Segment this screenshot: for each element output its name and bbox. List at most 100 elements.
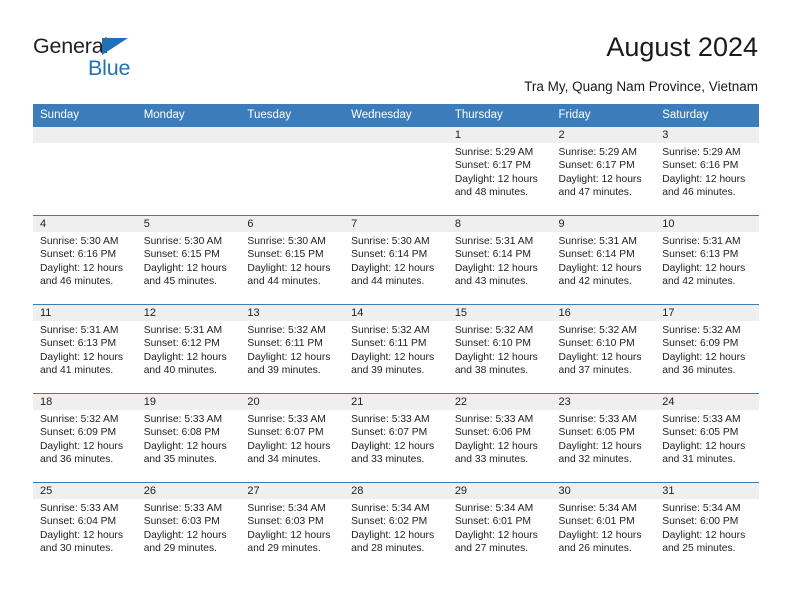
calendar-day-cell[interactable]: 20 Sunrise: 5:33 AM Sunset: 6:07 PM Dayligh… [240,393,345,483]
daylight-line-1: Daylight: 12 hours [454,262,538,274]
day-number: 1 [447,127,552,143]
daylight-line-2: and 44 minutes. [351,276,425,288]
calendar-day-cell[interactable]: 18 Sunrise: 5:32 AM Sunset: 6:09 PM Dayligh… [33,393,137,483]
sunset-time: Sunset: 6:00 PM [662,516,739,528]
page-title: August 2024 [606,32,758,62]
sunset-time: Sunset: 6:08 PM [143,427,220,439]
day-number [33,127,137,143]
daylight-line-2: and 46 minutes. [662,187,736,199]
calendar-day-cell[interactable]: 22 Sunrise: 5:33 AM Sunset: 6:06 PM Dayligh… [447,393,552,483]
day-details: Sunrise: 5:33 AM Sunset: 6:05 PM Daylight:… [655,410,759,467]
sunset-time: Sunset: 6:03 PM [247,516,324,528]
weekday-header-thursday: Thursday [447,104,552,127]
calendar-day-cell[interactable]: 14 Sunrise: 5:32 AM Sunset: 6:11 PM Dayligh… [344,304,448,394]
daylight-line-2: and 37 minutes. [558,365,632,377]
day-number [240,127,345,143]
daylight-line-2: and 47 minutes. [558,187,632,199]
calendar-day-cell[interactable]: 26 Sunrise: 5:33 AM Sunset: 6:03 PM Dayligh… [136,482,241,572]
sunset-time: Sunset: 6:13 PM [662,249,739,261]
daylight-line-1: Daylight: 12 hours [247,262,331,274]
daylight-line-2: and 42 minutes. [558,276,632,288]
calendar-day-cell[interactable]: 6 Sunrise: 5:30 AM Sunset: 6:15 PM Daylight… [240,215,345,305]
calendar-day-cell[interactable]: 1 Sunrise: 5:29 AM Sunset: 6:17 PM Daylight… [447,126,552,216]
sunrise-time: Sunrise: 5:33 AM [351,414,430,425]
sunrise-time: Sunrise: 5:32 AM [247,325,326,336]
day-details: Sunrise: 5:30 AM Sunset: 6:15 PM Daylight:… [137,232,241,289]
calendar-day-cell[interactable]: 28 Sunrise: 5:34 AM Sunset: 6:02 PM Dayligh… [344,482,448,572]
calendar-day-cell[interactable]: 4 Sunrise: 5:30 AM Sunset: 6:16 PM Daylight… [33,215,137,305]
calendar-day-cell[interactable]: 13 Sunrise: 5:32 AM Sunset: 6:11 PM Dayligh… [240,304,345,394]
calendar-day-cell[interactable]: 27 Sunrise: 5:34 AM Sunset: 6:03 PM Dayligh… [240,482,345,572]
daylight-line-2: and 26 minutes. [558,543,632,555]
calendar-day-cell[interactable]: 9 Sunrise: 5:31 AM Sunset: 6:14 PM Daylight… [551,215,656,305]
triangle-icon [102,38,128,55]
calendar-day-cell[interactable]: 3 Sunrise: 5:29 AM Sunset: 6:16 PM Daylight… [655,126,759,216]
calendar-day-cell[interactable]: 10 Sunrise: 5:31 AM Sunset: 6:13 PM Dayligh… [655,215,759,305]
calendar-day-cell[interactable]: 25 Sunrise: 5:33 AM Sunset: 6:04 PM Dayligh… [33,482,137,572]
day-number: 31 [655,483,759,499]
calendar-day-cell[interactable]: 7 Sunrise: 5:30 AM Sunset: 6:14 PM Daylight… [344,215,448,305]
daylight-line-2: and 36 minutes. [662,365,736,377]
weekday-header-friday: Friday [551,104,656,127]
day-details: Sunrise: 5:33 AM Sunset: 6:04 PM Daylight:… [33,499,137,556]
sunset-time: Sunset: 6:05 PM [558,427,635,439]
calendar-day-cell[interactable]: 21 Sunrise: 5:33 AM Sunset: 6:07 PM Dayligh… [344,393,448,483]
daylight-line-2: and 41 minutes. [40,365,114,377]
day-details: Sunrise: 5:29 AM Sunset: 6:17 PM Daylight:… [552,143,656,200]
general-blue-logo[interactable]: General Blue [33,34,163,90]
day-number: 21 [344,394,448,410]
day-number: 19 [136,394,241,410]
day-number: 28 [344,483,448,499]
sunset-time: Sunset: 6:09 PM [662,338,739,350]
calendar-week-row: 11 Sunrise: 5:31 AM Sunset: 6:13 PM Dayligh… [33,304,759,394]
calendar-day-cell[interactable]: 12 Sunrise: 5:31 AM Sunset: 6:12 PM Dayligh… [136,304,241,394]
calendar-day-cell[interactable]: 15 Sunrise: 5:32 AM Sunset: 6:10 PM Dayligh… [447,304,552,394]
calendar-day-cell[interactable]: 5 Sunrise: 5:30 AM Sunset: 6:15 PM Daylight… [136,215,241,305]
calendar-day-cell[interactable]: 8 Sunrise: 5:31 AM Sunset: 6:14 PM Daylight… [447,215,552,305]
daylight-line-2: and 34 minutes. [247,454,321,466]
sunrise-time: Sunrise: 5:34 AM [558,503,637,514]
calendar-day-cell[interactable]: 31 Sunrise: 5:34 AM Sunset: 6:00 PM Dayligh… [655,482,759,572]
sunset-time: Sunset: 6:09 PM [40,427,117,439]
calendar-day-cell[interactable]: 29 Sunrise: 5:34 AM Sunset: 6:01 PM Dayligh… [447,482,552,572]
sunrise-time: Sunrise: 5:33 AM [143,503,223,514]
calendar-day-cell[interactable]: 30 Sunrise: 5:34 AM Sunset: 6:01 PM Dayligh… [551,482,656,572]
day-details: Sunrise: 5:32 AM Sunset: 6:10 PM Daylight:… [552,321,656,378]
day-number: 11 [33,305,137,321]
daylight-line-1: Daylight: 12 hours [247,529,331,541]
sunset-time: Sunset: 6:11 PM [247,338,323,350]
daylight-line-1: Daylight: 12 hours [558,173,642,185]
day-number: 9 [551,216,656,232]
day-details: Sunrise: 5:33 AM Sunset: 6:06 PM Daylight:… [448,410,552,467]
day-number: 4 [33,216,137,232]
calendar-week-row: 25 Sunrise: 5:33 AM Sunset: 6:04 PM Dayligh… [33,482,759,572]
calendar-day-cell[interactable]: 23 Sunrise: 5:33 AM Sunset: 6:05 PM Dayligh… [551,393,656,483]
daylight-line-1: Daylight: 12 hours [662,529,746,541]
day-details: Sunrise: 5:31 AM Sunset: 6:13 PM Daylight:… [33,321,137,378]
weekday-header-wednesday: Wednesday [344,104,448,127]
daylight-line-2: and 38 minutes. [454,365,529,377]
sunset-time: Sunset: 6:10 PM [558,338,635,350]
calendar-day-cell[interactable]: 24 Sunrise: 5:33 AM Sunset: 6:05 PM Dayligh… [655,393,759,483]
sunrise-time: Sunrise: 5:34 AM [351,503,430,514]
calendar-day-cell[interactable]: 16 Sunrise: 5:32 AM Sunset: 6:10 PM Dayligh… [551,304,656,394]
daylight-line-1: Daylight: 12 hours [40,529,123,541]
sunrise-time: Sunrise: 5:34 AM [662,503,741,514]
day-number: 29 [447,483,552,499]
sunset-time: Sunset: 6:17 PM [558,160,635,172]
daylight-line-2: and 27 minutes. [454,543,529,555]
day-details: Sunrise: 5:30 AM Sunset: 6:16 PM Daylight:… [33,232,137,289]
calendar-day-cell[interactable]: 19 Sunrise: 5:33 AM Sunset: 6:08 PM Dayligh… [136,393,241,483]
calendar-day-cell[interactable]: 11 Sunrise: 5:31 AM Sunset: 6:13 PM Dayligh… [33,304,137,394]
sunset-time: Sunset: 6:12 PM [143,338,220,350]
calendar-week-row: 1 Sunrise: 5:29 AM Sunset: 6:17 PM Daylight… [33,126,759,216]
day-details: Sunrise: 5:33 AM Sunset: 6:07 PM Daylight:… [240,410,344,467]
day-number: 20 [240,394,345,410]
calendar-day-cell[interactable]: 2 Sunrise: 5:29 AM Sunset: 6:17 PM Daylight… [551,126,656,216]
day-number: 3 [655,127,759,143]
day-number: 7 [344,216,448,232]
sunset-time: Sunset: 6:01 PM [558,516,635,528]
calendar-page: General Blue August 2024 Tra My, Quang N… [0,0,792,612]
daylight-line-1: Daylight: 12 hours [454,351,538,363]
calendar-day-cell[interactable]: 17 Sunrise: 5:32 AM Sunset: 6:09 PM Dayligh… [655,304,759,394]
